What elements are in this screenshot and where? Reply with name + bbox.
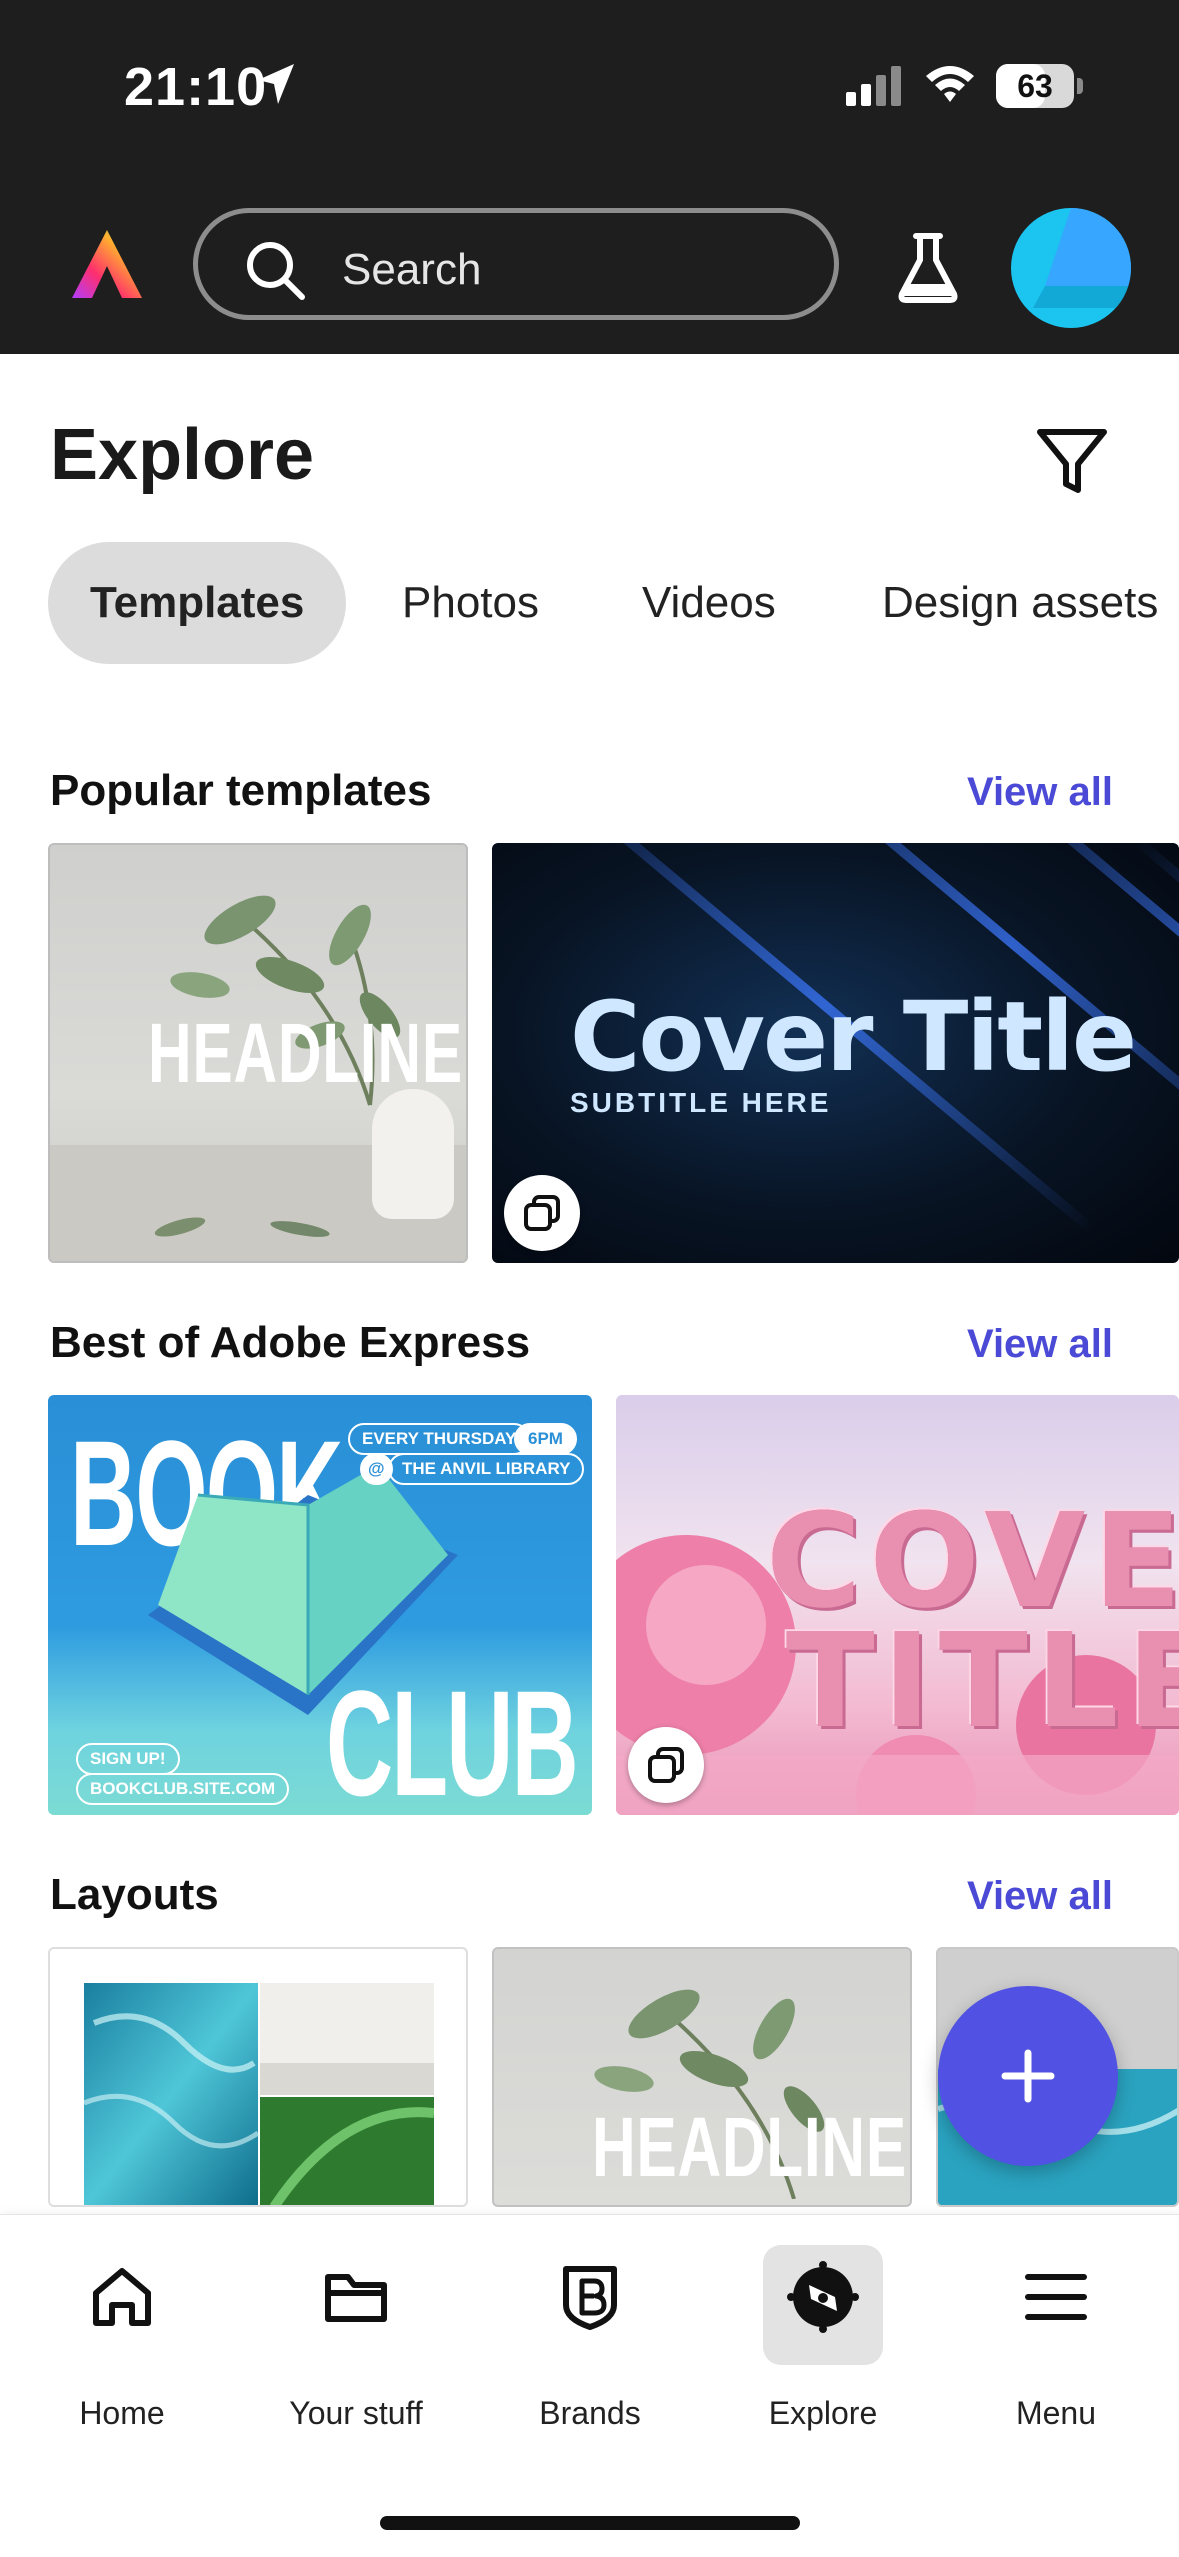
section-title-layouts: Layouts	[50, 1870, 219, 1919]
nav-label-your-stuff: Your stuff	[289, 2395, 423, 2431]
template-card-cover-title[interactable]: Cover Title SUBTITLE HERE	[492, 843, 1179, 1263]
collage-images	[84, 1983, 434, 2205]
nav-label-menu: Menu	[1015, 2395, 1097, 2431]
view-all-popular[interactable]: View all	[967, 770, 1113, 815]
fallen-leaves	[154, 1217, 330, 1237]
category-tabs: Templates Photos Videos Design assets	[48, 542, 1179, 664]
pill-website: BOOKCLUB.SITE.COM	[76, 1773, 290, 1805]
nav-your-stuff[interactable]: Your stuff	[256, 2215, 456, 2431]
card-headline-text: HEADLINE	[148, 1006, 463, 1100]
hamburger-icon	[1025, 2274, 1087, 2320]
battery-indicator: 63	[996, 64, 1074, 108]
pill-sign-up: SIGN UP!	[76, 1743, 180, 1775]
tab-videos[interactable]: Videos	[642, 542, 776, 664]
bottom-navigation: Home Your stuff Brands Explore Menu	[0, 2214, 1179, 2557]
nav-label-brands: Brands	[539, 2395, 641, 2431]
page-title: Explore	[50, 415, 315, 495]
status-time: 21:10	[124, 57, 268, 117]
plus-icon	[1001, 2049, 1055, 2103]
pill-library: THE ANVIL LIBRARY	[388, 1453, 585, 1485]
view-all-best[interactable]: View all	[967, 1322, 1113, 1367]
compass-icon	[787, 2261, 859, 2333]
profile-avatar[interactable]	[1011, 208, 1131, 328]
nav-menu[interactable]: Menu	[956, 2215, 1156, 2431]
battery-level: 63	[1017, 68, 1053, 104]
template-card-headline[interactable]: HEADLINE	[48, 843, 468, 1263]
card-cover-title-text: Cover Title	[570, 981, 1137, 1093]
top-bar: 21:10 63 Search	[0, 0, 1179, 354]
location-arrow-icon	[256, 62, 296, 111]
layout-card-headline[interactable]: HEADLINE	[492, 1947, 912, 2207]
adobe-express-logo[interactable]	[70, 228, 144, 307]
pill-every-thursday: EVERY THURSDAY	[348, 1423, 531, 1455]
tab-templates[interactable]: Templates	[48, 542, 347, 664]
card-subtitle-text: SUBTITLE HERE	[570, 1087, 832, 1118]
search-placeholder: Search	[342, 245, 482, 294]
cellular-signal-icon	[846, 66, 906, 111]
nav-label-explore: Explore	[768, 2395, 878, 2431]
create-new-button[interactable]	[938, 1986, 1118, 2166]
nav-brands[interactable]: Brands	[490, 2215, 690, 2431]
pages-icon	[524, 1195, 560, 1231]
tab-design-assets[interactable]: Design assets	[882, 542, 1158, 664]
wifi-icon	[924, 62, 976, 109]
nav-label-home: Home	[79, 2395, 165, 2431]
home-icon	[93, 2268, 151, 2326]
layout-headline-text: HEADLINE	[592, 2100, 907, 2194]
cover-3d-line2: TITLE	[786, 1605, 1179, 1757]
labs-flask-icon[interactable]	[896, 232, 960, 309]
section-title-best: Best of Adobe Express	[50, 1318, 531, 1367]
brands-icon	[563, 2266, 617, 2330]
multi-page-badge	[628, 1727, 704, 1803]
battery-cap	[1077, 78, 1083, 94]
nav-home[interactable]: Home	[22, 2215, 222, 2431]
multi-page-badge	[504, 1175, 580, 1251]
folder-icon	[325, 2274, 387, 2322]
view-all-layouts[interactable]: View all	[967, 1874, 1113, 1919]
search-bar[interactable]: Search	[193, 208, 839, 320]
tab-photos[interactable]: Photos	[402, 542, 539, 664]
template-card-book-club[interactable]: BOOK CLUB EVERY THURSDAY 6PM @ THE ANVIL…	[48, 1395, 592, 1815]
filter-icon[interactable]	[1036, 426, 1108, 503]
template-card-cover-title-3d[interactable]: COVER TITLE	[616, 1395, 1179, 1815]
layout-card-collage[interactable]	[48, 1947, 468, 2207]
section-title-popular: Popular templates	[50, 766, 432, 815]
nav-explore[interactable]: Explore	[723, 2215, 923, 2431]
home-indicator[interactable]	[380, 2516, 800, 2530]
pages-icon	[648, 1747, 684, 1783]
search-icon	[244, 239, 308, 308]
vase	[372, 1089, 454, 1219]
pill-time: 6PM	[514, 1423, 577, 1455]
book-club-line2: CLUB	[326, 1659, 579, 1815]
